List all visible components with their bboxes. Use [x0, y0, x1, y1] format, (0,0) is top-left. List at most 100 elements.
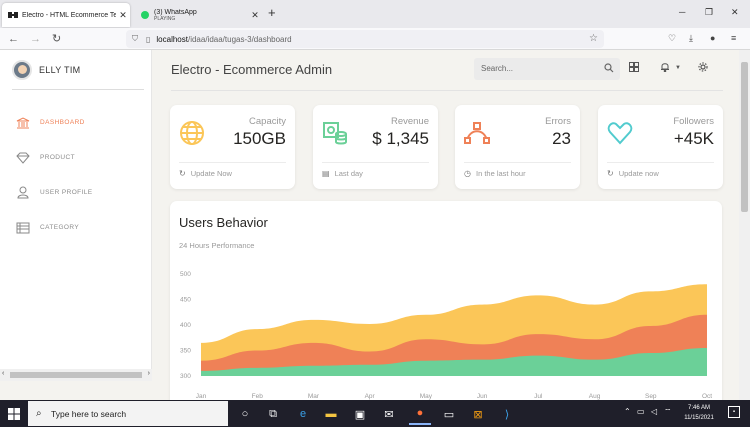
- y-tick-label: 300: [180, 373, 191, 380]
- tab-whatsapp[interactable]: (3) WhatsApp PLAYING ✕: [134, 3, 262, 27]
- card-footer[interactable]: ↻ Update Now: [179, 169, 232, 178]
- taskbar-search-input[interactable]: ⌕ Type here to search: [28, 401, 228, 426]
- x-tick-label: Jul: [534, 393, 543, 400]
- download-icon[interactable]: ⤓: [689, 33, 693, 44]
- terminal-icon[interactable]: ▭: [438, 403, 460, 425]
- stat-card-followers: Followers +45K ↻ Update now: [598, 105, 723, 189]
- wifi-icon[interactable]: ⌔: [664, 407, 672, 417]
- task-view-icon[interactable]: ⧉: [262, 403, 284, 425]
- back-icon[interactable]: ←: [8, 32, 19, 46]
- horizontal-scrollbar[interactable]: ‹ ›: [0, 369, 152, 381]
- users-behavior-card: Users Behavior 24 Hours Performance 300 3…: [170, 201, 722, 401]
- x-tick-label: Aug: [589, 393, 601, 400]
- card-footer[interactable]: ▤ Last day: [322, 169, 363, 178]
- card-label: Errors: [545, 116, 571, 127]
- tray-chevron-icon[interactable]: ⌃: [624, 407, 631, 416]
- browser-tab-bar: Electro - HTML Ecommerce Temp ✕ (3) What…: [0, 0, 750, 28]
- vscode-icon[interactable]: ⟩: [496, 403, 518, 425]
- y-tick-label: 450: [180, 297, 191, 304]
- globe-icon: [179, 120, 205, 146]
- whatsapp-favicon-icon: [140, 11, 150, 19]
- clock-time: 7:46 AM: [687, 405, 710, 411]
- firefox-icon[interactable]: ●: [409, 403, 431, 425]
- volume-icon[interactable]: ◁: [651, 407, 657, 416]
- tab-title: (3) WhatsApp PLAYING: [154, 9, 248, 22]
- menu-icon[interactable]: ≡: [731, 33, 736, 43]
- card-footer-text: Last day: [334, 169, 363, 178]
- card-value: $ 1,345: [372, 129, 429, 148]
- pocket-icon[interactable]: ♡: [668, 33, 676, 44]
- user-profile[interactable]: ELLY TIM: [12, 60, 144, 90]
- y-tick-label: 500: [180, 271, 191, 278]
- chart-subtitle: 24 Hours Performance: [179, 241, 255, 250]
- tab-electro[interactable]: Electro - HTML Ecommerce Temp ✕: [2, 3, 130, 27]
- x-tick-label: Feb: [252, 393, 264, 400]
- minimize-icon[interactable]: ─: [679, 7, 685, 17]
- card-divider: [179, 162, 286, 163]
- notification-icon[interactable]: ▪: [728, 406, 740, 418]
- cortana-icon[interactable]: ○: [234, 403, 256, 425]
- mail-icon[interactable]: ✉: [378, 403, 400, 425]
- refresh-icon: ↻: [607, 169, 614, 178]
- restore-icon[interactable]: ❐: [705, 7, 713, 18]
- y-tick-label: 350: [180, 348, 191, 355]
- scroll-right-icon[interactable]: ›: [148, 370, 150, 377]
- start-button[interactable]: [0, 400, 28, 427]
- close-tab-icon[interactable]: ✕: [248, 10, 262, 21]
- card-footer[interactable]: ◷ In the last hour: [464, 169, 526, 178]
- scroll-left-icon[interactable]: ‹: [2, 370, 4, 377]
- x-tick-label: May: [420, 393, 433, 400]
- vertical-scrollbar[interactable]: [739, 50, 750, 400]
- caret-down-icon[interactable]: ▼: [675, 65, 681, 71]
- store-icon[interactable]: ▣: [349, 403, 371, 425]
- tab-title-text: (3) WhatsApp: [154, 8, 197, 16]
- x-tick-label: Jan: [196, 393, 207, 400]
- chart-title: Users Behavior: [179, 215, 268, 230]
- tab-title: Electro - HTML Ecommerce Temp: [22, 11, 116, 19]
- close-tab-icon[interactable]: ✕: [116, 10, 130, 21]
- sidebar-item-category[interactable]: CATEGORY: [14, 210, 144, 245]
- forward-icon[interactable]: →: [30, 32, 41, 46]
- file-explorer-icon[interactable]: ▬: [320, 403, 342, 425]
- x-tick-label: Sep: [645, 393, 657, 400]
- gear-icon[interactable]: [698, 62, 708, 75]
- edge-icon[interactable]: e: [292, 403, 314, 425]
- vector-icon: [464, 120, 490, 146]
- url-path: /idaa/idaa/tugas-3/dashboard: [187, 34, 292, 44]
- account-icon[interactable]: ●: [710, 33, 715, 43]
- reload-icon[interactable]: ↻: [52, 32, 61, 46]
- sidebar-item-label: USER PROFILE: [40, 189, 93, 196]
- windows-taskbar: ⌕ Type here to search ○ ⧉ e ▬ ▣ ✉ ● ▭ ⊠ …: [0, 400, 750, 427]
- search-icon: ⌕: [36, 408, 42, 419]
- scrollbar-thumb[interactable]: [741, 62, 748, 212]
- header-divider: [171, 90, 723, 91]
- taskbar-clock[interactable]: 7:46 AM 11/15/2021: [677, 403, 721, 423]
- user-name: ELLY TIM: [39, 65, 81, 75]
- scrollbar-thumb[interactable]: [10, 372, 142, 378]
- card-label: Followers: [673, 116, 714, 127]
- sidebar-item-dashboard[interactable]: DASHBOARD: [14, 105, 144, 140]
- search-icon[interactable]: [604, 63, 614, 75]
- close-window-icon[interactable]: ✕: [731, 7, 739, 18]
- calendar-icon: ▤: [322, 169, 330, 178]
- card-footer-text: In the last hour: [475, 169, 526, 178]
- bookmark-star-icon[interactable]: ☆: [589, 33, 598, 44]
- search-input[interactable]: Search...: [474, 58, 620, 80]
- sidebar-item-product[interactable]: PRODUCT: [14, 140, 144, 175]
- diamond-icon: [14, 151, 32, 165]
- network-icon[interactable]: ▭: [637, 407, 645, 416]
- sidebar-item-user-profile[interactable]: USER PROFILE: [14, 175, 144, 210]
- sidebar: ELLY TIM DASHBOARD PRODUCT USER PROFILE …: [0, 50, 152, 381]
- y-tick-label: 400: [180, 322, 191, 329]
- card-value: +45K: [673, 129, 714, 148]
- bell-icon[interactable]: [660, 62, 670, 75]
- xampp-icon[interactable]: ⊠: [467, 403, 489, 425]
- card-footer[interactable]: ↻ Update now: [607, 169, 659, 178]
- grid-icon[interactable]: [629, 62, 639, 75]
- new-tab-button[interactable]: +: [268, 5, 276, 20]
- card-footer-text: Update Now: [190, 169, 232, 178]
- address-bar[interactable]: ⛉ ▯ localhost/idaa/idaa/tugas-3/dashboar…: [126, 30, 604, 48]
- stat-card-errors: Errors 23 ◷ In the last hour: [455, 105, 580, 189]
- app-header: Electro - Ecommerce Admin Search... ▼: [153, 50, 739, 90]
- sidebar-item-label: DASHBOARD: [40, 119, 85, 126]
